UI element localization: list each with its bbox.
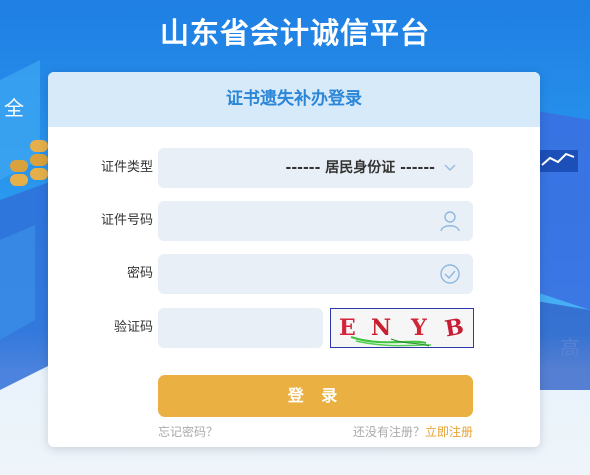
captcha-input[interactable] bbox=[158, 308, 323, 348]
id-type-value: ------ 居民身份证 ------ bbox=[285, 160, 435, 176]
captcha-char-2: N bbox=[371, 315, 392, 341]
id-type-select[interactable]: ------ 居民身份证 ------ bbox=[158, 148, 473, 188]
captcha-row: 验证码 E N Y B bbox=[48, 308, 540, 348]
captcha-char-3: Y bbox=[411, 315, 427, 341]
card-title: 证书遗失补办登录 bbox=[48, 72, 540, 127]
no-account-text: 还没有注册？ bbox=[352, 425, 425, 439]
chevron-down-icon bbox=[444, 164, 456, 172]
captcha-image[interactable]: E N Y B bbox=[330, 308, 474, 348]
register-prompt: 还没有注册？立即注册 bbox=[353, 423, 473, 440]
login-button[interactable]: 登 录 bbox=[158, 375, 473, 417]
user-icon bbox=[440, 211, 460, 232]
id-number-input[interactable] bbox=[158, 201, 473, 241]
captcha-char-1: E bbox=[339, 315, 356, 341]
id-type-row: 证件类型 ------ 居民身份证 ------ bbox=[48, 148, 540, 188]
password-input[interactable] bbox=[158, 254, 473, 294]
register-link[interactable]: 立即注册 bbox=[425, 425, 473, 439]
id-type-label: 证件类型 bbox=[100, 160, 153, 175]
login-card: 证书遗失补办登录 证件类型 ------ 居民身份证 ------ 证件号码 密… bbox=[48, 72, 540, 447]
site-title: 山东省会计诚信平台 bbox=[159, 16, 430, 50]
forgot-password-link[interactable]: 忘记密码？ bbox=[158, 423, 218, 440]
password-row: 密码 bbox=[48, 254, 540, 294]
password-label: 密码 bbox=[126, 266, 153, 281]
id-number-label: 证件号码 bbox=[100, 213, 153, 228]
captcha-label: 验证码 bbox=[113, 320, 153, 335]
bg-glyph-left: 全 bbox=[4, 96, 24, 120]
check-circle-icon bbox=[440, 264, 460, 284]
id-number-row: 证件号码 bbox=[48, 201, 540, 241]
